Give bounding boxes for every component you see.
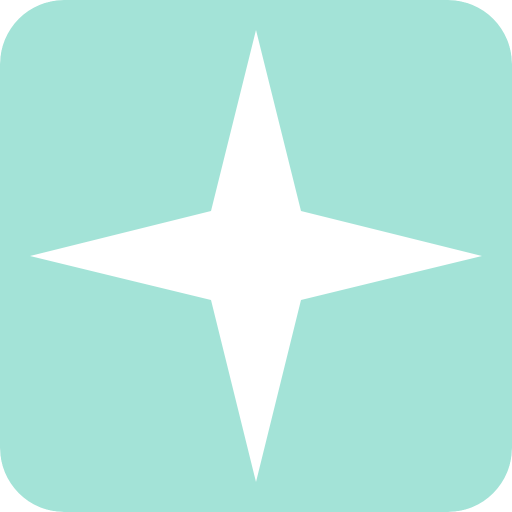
app-icon (0, 0, 512, 512)
app-icon-graphic (0, 0, 512, 512)
